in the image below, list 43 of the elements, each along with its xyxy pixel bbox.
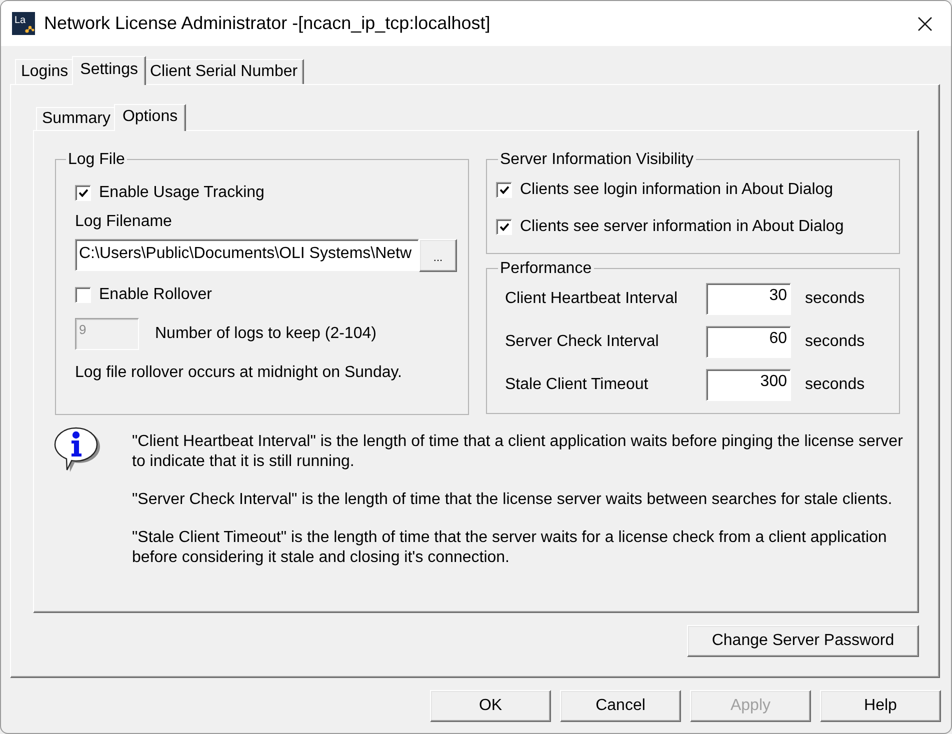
dialog-button[interactable]: Cancel xyxy=(560,690,681,722)
checkbox-label: Enable Usage Tracking xyxy=(99,184,264,202)
checkbox[interactable] xyxy=(496,218,512,234)
group-title: Performance xyxy=(499,260,593,277)
checkbox-label: Enable Rollover xyxy=(99,286,212,304)
check-icon xyxy=(500,186,508,194)
interval-field[interactable]: 60 xyxy=(706,326,791,358)
app-logo: La xyxy=(12,12,35,35)
field-label: Log Filename xyxy=(75,213,173,231)
unit-label: seconds xyxy=(805,290,865,308)
tab[interactable]: Summary xyxy=(36,107,116,130)
check-icon xyxy=(78,188,88,196)
info-text: "Stale Client Timeout" is the length of time that the server waits for a license check from a client application before considering it stale and closing it's connection. xyxy=(132,528,888,568)
group-title: Server Information Visibility xyxy=(499,151,695,168)
filename-field[interactable]: C:\Users\Public\Documents\OLI Systems\Netw xyxy=(75,239,419,271)
tab[interactable]: Client Serial Number xyxy=(144,59,304,84)
tab[interactable]: Logins xyxy=(15,59,74,84)
group-title: Log File xyxy=(67,151,126,168)
unit-label: seconds xyxy=(805,376,865,394)
checkbox-label: Clients see login information in About Dialog xyxy=(520,180,834,198)
field-label: Stale Client Timeout xyxy=(505,376,650,394)
field-label: Client Heartbeat Interval xyxy=(505,290,679,308)
checkbox[interactable] xyxy=(496,182,512,198)
unit-label: seconds xyxy=(805,333,865,351)
check-icon xyxy=(500,222,508,230)
tab[interactable]: Options xyxy=(114,104,186,131)
dialog-button[interactable]: Help xyxy=(820,690,941,722)
browse-button[interactable]: ... xyxy=(419,239,457,272)
note-text: Log file rollover occurs at midnight on Sunday. xyxy=(75,364,403,382)
change-password-button[interactable]: Change Server Password xyxy=(687,625,919,657)
dialog-button[interactable]: OK xyxy=(430,690,551,722)
window-title: Network License Administrator -[ncacn_ip_tcp:localhost] xyxy=(44,13,490,34)
close-icon[interactable] xyxy=(918,16,932,30)
info-text: "Server Check Interval" is the length of time that the license server waits between searches for stale clients. xyxy=(132,490,894,510)
interval-field[interactable]: 300 xyxy=(706,369,791,401)
info-text: "Client Heartbeat Interval" is the length of time that a client application waits before pinging the license server to indicate that it is still running. xyxy=(132,432,904,472)
field-label: Number of logs to keep (2-104) xyxy=(155,325,376,343)
field-label: Server Check Interval xyxy=(505,333,660,351)
tab[interactable]: Settings xyxy=(72,56,146,85)
checkbox[interactable] xyxy=(75,184,91,200)
checkbox[interactable] xyxy=(75,286,91,302)
interval-field[interactable]: 30 xyxy=(706,283,791,315)
checkbox-label: Clients see server information in About Dialog xyxy=(520,218,844,236)
